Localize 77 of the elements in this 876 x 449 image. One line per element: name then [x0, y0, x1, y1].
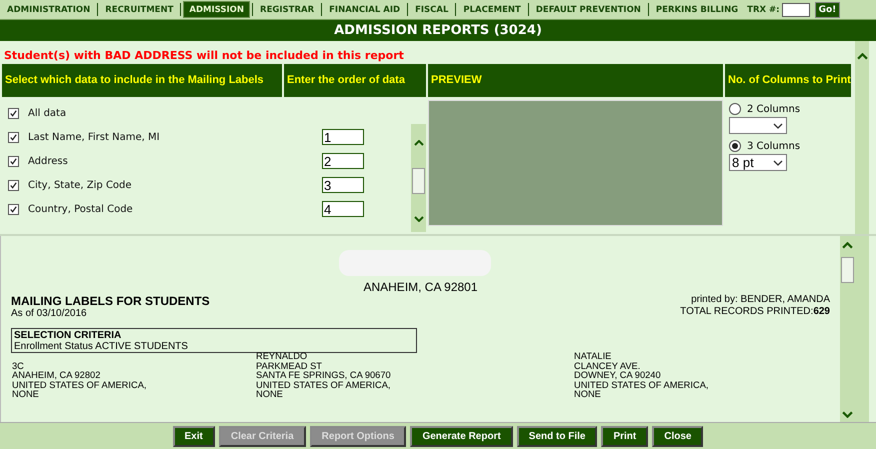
- checkbox[interactable]: [8, 108, 19, 118]
- column-header: PREVIEW: [428, 64, 723, 97]
- printed-by-text: printed by: BENDER, AMANDA: [690, 294, 830, 306]
- trx-label: TRX #:: [747, 4, 780, 14]
- action-button[interactable]: Exit: [172, 426, 215, 446]
- action-button[interactable]: Print: [601, 426, 648, 446]
- action-button[interactable]: Send to File: [516, 426, 598, 446]
- field-label: Country, Postal Code: [28, 204, 133, 214]
- nav-tab[interactable]: FISCAL: [410, 1, 454, 18]
- action-button[interactable]: Close: [652, 426, 704, 446]
- label-line: UNITED STATES OF AMERICA,: [12, 380, 148, 390]
- scrollbar[interactable]: [855, 41, 869, 234]
- field-label: Address: [28, 156, 68, 166]
- trx-input[interactable]: [782, 2, 810, 16]
- page-title: ADMISSION REPORTS (3024): [334, 23, 542, 38]
- label-line: CLANCEY AVE.: [574, 362, 642, 372]
- checkbox[interactable]: [8, 156, 19, 166]
- radio-button[interactable]: [729, 103, 741, 115]
- nav-tab[interactable]: REGISTRAR: [255, 1, 320, 18]
- label-line: PARKMEAD ST: [256, 362, 323, 372]
- order-input[interactable]: 4: [322, 201, 364, 217]
- font-size-select[interactable]: [729, 117, 787, 134]
- column-header: No. of Columns to Print: [725, 64, 851, 97]
- caret-icon: [773, 122, 783, 128]
- total-records-text: TOTAL RECORDS PRINTED:629: [680, 306, 830, 318]
- order-input[interactable]: 1: [322, 129, 364, 145]
- column-header: Select which data to include in the Mailing Labels: [2, 64, 282, 97]
- label-line: NONE: [574, 390, 602, 400]
- scroll-up-icon[interactable]: [856, 53, 868, 60]
- label-line: UNITED STATES OF AMERICA,: [574, 380, 710, 390]
- radio-button[interactable]: [729, 140, 741, 152]
- field-label: City, State, Zip Code: [28, 180, 132, 190]
- label-line: NATALIE: [574, 352, 612, 362]
- nav-tab[interactable]: PERKINS BILLING: [650, 1, 744, 18]
- label-line: UNITED STATES OF AMERICA,: [256, 380, 392, 390]
- checkbox[interactable]: [8, 132, 19, 142]
- scrollbar[interactable]: [411, 124, 426, 232]
- scroll-thumb[interactable]: [841, 257, 854, 283]
- criteria-text: Enrollment Status ACTIVE STUDENTS: [14, 341, 189, 352]
- scroll-up-icon[interactable]: [842, 242, 853, 249]
- report-address: ANAHEIM, CA 92801: [362, 280, 479, 294]
- scrollbar[interactable]: [840, 236, 855, 422]
- field-label: All data: [28, 108, 66, 118]
- report-date: As of 03/10/2016: [11, 308, 88, 320]
- option-label: 2 Columns: [747, 104, 800, 114]
- scroll-down-icon[interactable]: [414, 216, 424, 222]
- label-line: SANTA FE SPRINGS, CA 90670: [256, 371, 392, 381]
- warning-text: Student(s) with BAD ADDRESS will not be included in this report: [3, 48, 405, 64]
- label-line: ANAHEIM, CA 92802: [12, 371, 102, 381]
- nav-tab[interactable]: FINANCIAL AID: [324, 1, 406, 18]
- caret-icon: [773, 160, 783, 166]
- nav-tab[interactable]: RECRUITMENT: [100, 1, 178, 18]
- checkbox[interactable]: [8, 180, 19, 190]
- field-label: Last Name, First Name, MI: [28, 132, 160, 142]
- order-input[interactable]: 2: [322, 153, 364, 169]
- label-line: 3C: [12, 362, 25, 372]
- scrollbar[interactable]: [855, 236, 869, 422]
- label-line: REYNALDO: [256, 352, 308, 362]
- criteria-title: SELECTION CRITERIA: [14, 330, 122, 341]
- scroll-thumb[interactable]: [412, 168, 425, 194]
- label-line: NONE: [12, 390, 40, 400]
- nav-tab[interactable]: DEFAULT PREVENTION: [530, 1, 646, 18]
- scroll-down-icon[interactable]: [842, 411, 853, 418]
- option-label: 3 Columns: [747, 140, 800, 152]
- action-button[interactable]: Generate Report: [410, 426, 513, 446]
- go-button[interactable]: Go!: [814, 2, 840, 18]
- nav-tab[interactable]: ADMISSION: [183, 1, 250, 18]
- order-input[interactable]: 3: [322, 177, 364, 193]
- nav-tab[interactable]: ADMINISTRATION: [2, 1, 96, 18]
- scroll-up-icon[interactable]: [414, 140, 424, 146]
- font-size-select[interactable]: 8 pt: [729, 154, 787, 171]
- column-header: Enter the order of data: [284, 64, 426, 97]
- nav-tab[interactable]: PLACEMENT: [458, 1, 526, 18]
- report-title: MAILING LABELS FOR STUDENTS: [11, 294, 210, 308]
- checkbox[interactable]: [8, 204, 19, 214]
- label-line: NONE: [256, 390, 284, 400]
- label-line: DOWNEY, CA 90240: [574, 371, 662, 381]
